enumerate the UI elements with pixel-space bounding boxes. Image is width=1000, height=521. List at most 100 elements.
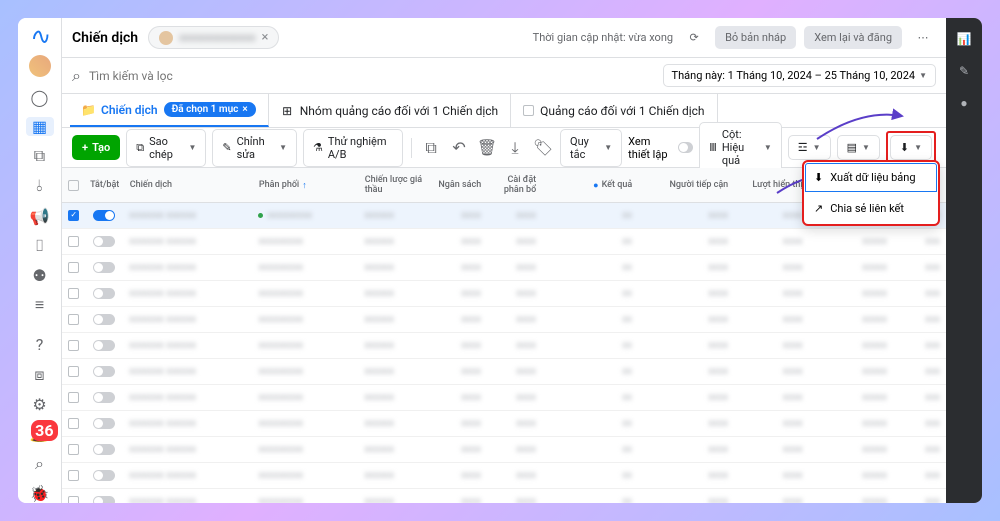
search-input[interactable] bbox=[89, 69, 655, 83]
row-checkbox[interactable] bbox=[68, 288, 79, 299]
report-icon: ▤ bbox=[847, 141, 857, 154]
share-link-item[interactable]: ↗Chia sẻ liên kết bbox=[804, 193, 938, 224]
row-toggle[interactable] bbox=[93, 470, 115, 481]
export-table-item[interactable]: ⬇Xuất dữ liệu bảng bbox=[804, 162, 938, 193]
table-row[interactable]: xxxxxxx xxxxxx xxxxxxxxx xxxxxx xxxx xxx… bbox=[62, 437, 946, 463]
row-toggle[interactable] bbox=[93, 262, 115, 273]
table-row[interactable]: xxxxxxx xxxxxx xxxxxxxxx xxxxxx xxxx xxx… bbox=[62, 463, 946, 489]
row-checkbox[interactable] bbox=[68, 236, 79, 247]
create-button[interactable]: + Tạo bbox=[72, 135, 120, 160]
row-checkbox[interactable] bbox=[68, 314, 79, 325]
tag-icon[interactable]: 🏷 bbox=[532, 135, 554, 161]
row-checkbox[interactable] bbox=[68, 340, 79, 351]
row-toggle[interactable] bbox=[93, 210, 115, 221]
duplicate-button[interactable]: ⧉Sao chép▼ bbox=[126, 129, 206, 167]
col-results[interactable]: ●Kết quả bbox=[542, 168, 638, 203]
row-checkbox[interactable] bbox=[68, 444, 79, 455]
download-icon: ⬇ bbox=[900, 141, 909, 154]
tab-campaigns[interactable]: 📁 Chiến dịch Đã chọn 1 mục× bbox=[70, 94, 269, 127]
row-checkbox[interactable] bbox=[68, 210, 79, 221]
edit-button[interactable]: ✎Chỉnh sửa▼ bbox=[212, 129, 297, 167]
avatar-icon[interactable] bbox=[26, 55, 54, 77]
table-row[interactable]: xxxxxxx xxxxxx xxxxxxxxx xxxxxx xxxx xxx… bbox=[62, 307, 946, 333]
more-icon[interactable]: ⋯ bbox=[910, 25, 936, 51]
row-checkbox[interactable] bbox=[68, 470, 79, 481]
bug-icon[interactable]: 🐞 bbox=[26, 484, 54, 503]
copy-icon[interactable]: ⧉ bbox=[26, 146, 54, 166]
chart-icon[interactable]: ⫰ bbox=[26, 176, 54, 196]
selected-chip[interactable]: Đã chọn 1 mục× bbox=[164, 102, 256, 117]
megaphone-icon[interactable]: 📢 bbox=[26, 206, 54, 225]
help-icon[interactable]: ? bbox=[26, 335, 54, 354]
view-setup-toggle[interactable] bbox=[678, 142, 693, 153]
abtest-button[interactable]: ⚗Thử nghiệm A/B bbox=[303, 129, 403, 167]
page-title: Chiến dịch bbox=[72, 30, 138, 46]
close-icon[interactable]: × bbox=[242, 104, 247, 115]
refresh-icon[interactable]: ⟳ bbox=[681, 25, 707, 51]
undo-icon[interactable]: ↶ bbox=[448, 135, 470, 161]
table-row[interactable]: xxxxxxx xxxxxx xxxxxxxxx xxxxxx xxxx xxx… bbox=[62, 333, 946, 359]
row-toggle[interactable] bbox=[93, 340, 115, 351]
col-budget[interactable]: Ngân sách bbox=[432, 168, 487, 203]
discard-draft-button[interactable]: Bỏ bản nháp bbox=[715, 26, 796, 49]
col-toggle[interactable]: Tắt/bật bbox=[86, 168, 124, 203]
menu-icon[interactable]: ≡ bbox=[26, 295, 54, 315]
close-icon[interactable]: × bbox=[261, 30, 268, 45]
edit-panel-icon[interactable]: ✎ bbox=[953, 60, 975, 82]
filter-icon: ☲ bbox=[798, 141, 808, 154]
search-icon: ⌕ bbox=[72, 66, 81, 86]
row-checkbox[interactable] bbox=[68, 418, 79, 429]
row-toggle[interactable] bbox=[93, 444, 115, 455]
export-icon[interactable]: ⤓ bbox=[504, 135, 526, 161]
row-checkbox[interactable] bbox=[68, 262, 79, 273]
library-icon[interactable]: ⧈ bbox=[26, 365, 54, 385]
home-icon[interactable]: ◯ bbox=[26, 87, 54, 106]
table-row[interactable]: xxxxxxx xxxxxx xxxxxxxxx xxxxxx xxxx xxx… bbox=[62, 359, 946, 385]
col-bid[interactable]: Chiến lược giá thầu bbox=[359, 168, 433, 203]
reports-button[interactable]: ▤▼ bbox=[837, 135, 880, 160]
table-row[interactable]: xxxxxxx xxxxxx xxxxxxxxx xxxxxx xxxx xxx… bbox=[62, 385, 946, 411]
col-reach[interactable]: Người tiếp cận bbox=[638, 168, 734, 203]
notifications-icon[interactable]: 🔔36 bbox=[26, 424, 54, 443]
row-checkbox[interactable] bbox=[68, 392, 79, 403]
search-sidebar-icon[interactable]: ⌕ bbox=[26, 454, 54, 474]
table-row[interactable]: xxxxxxx xxxxxx xxxxxxxxx xxxxxx xxxx xxx… bbox=[62, 255, 946, 281]
export-menu-button[interactable]: ⬇▼ bbox=[890, 135, 932, 160]
date-range-selector[interactable]: Tháng này: 1 Tháng 10, 2024 – 25 Tháng 1… bbox=[663, 64, 936, 87]
people-icon[interactable]: ⚉ bbox=[26, 266, 54, 285]
grid-icon[interactable]: ▦ bbox=[26, 117, 54, 136]
searchbar: ⌕ Tháng này: 1 Tháng 10, 2024 – 25 Tháng… bbox=[62, 58, 946, 94]
row-toggle[interactable] bbox=[93, 496, 115, 503]
col-attr[interactable]: Cài đặt phân bổ bbox=[487, 168, 542, 203]
card-icon[interactable]: ⌷ bbox=[26, 236, 54, 256]
table-row[interactable]: xxxxxxx xxxxxx xxxxxxxxx xxxxxx xxxx xxx… bbox=[62, 281, 946, 307]
rules-button[interactable]: Quy tắc▼ bbox=[560, 129, 622, 167]
row-toggle[interactable] bbox=[93, 236, 115, 247]
breakdown-button[interactable]: ☲▼ bbox=[788, 135, 831, 160]
table-row[interactable]: xxxxxxx xxxxxx xxxxxxxxx xxxxxx xxxx xxx… bbox=[62, 229, 946, 255]
row-toggle[interactable] bbox=[93, 392, 115, 403]
row-toggle[interactable] bbox=[93, 418, 115, 429]
row-toggle[interactable] bbox=[93, 314, 115, 325]
account-pill[interactable]: xxxxxxxxxxxxxx× bbox=[148, 26, 279, 49]
col-delivery[interactable]: Phân phối ↑ bbox=[253, 168, 359, 203]
table-row[interactable]: xxxxxxx xxxxxx xxxxxxxxx xxxxxx xxxx xxx… bbox=[62, 411, 946, 437]
row-toggle[interactable] bbox=[93, 288, 115, 299]
col-impressions[interactable]: Lượt hiển thị bbox=[734, 168, 809, 203]
table-row[interactable]: xxxxxxx xxxxxx xxxxxxxxx xxxxxx xxxx xxx… bbox=[62, 489, 946, 503]
history-panel-icon[interactable]: ● bbox=[953, 92, 975, 114]
row-toggle[interactable] bbox=[93, 366, 115, 377]
meta-logo-icon[interactable] bbox=[26, 26, 54, 45]
more-actions-icon[interactable]: ⧉ bbox=[420, 135, 442, 161]
delete-icon[interactable]: 🗑 bbox=[476, 135, 498, 161]
row-checkbox[interactable] bbox=[68, 366, 79, 377]
columns-button[interactable]: ⅢCột: Hiệu quả▼ bbox=[699, 122, 782, 173]
tab-adsets[interactable]: ⊞ Nhóm quảng cáo đối với 1 Chiến dịch bbox=[269, 94, 511, 127]
select-all-checkbox[interactable] bbox=[68, 180, 79, 191]
col-campaign[interactable]: Chiến dịch bbox=[124, 168, 253, 203]
row-checkbox[interactable] bbox=[68, 496, 79, 503]
review-publish-button[interactable]: Xem lại và đăng bbox=[804, 26, 902, 49]
settings-icon[interactable]: ⚙ bbox=[26, 395, 54, 414]
chart-panel-icon[interactable]: 📊 bbox=[953, 28, 975, 50]
right-sidebar: 📊 ✎ ● bbox=[946, 18, 982, 503]
